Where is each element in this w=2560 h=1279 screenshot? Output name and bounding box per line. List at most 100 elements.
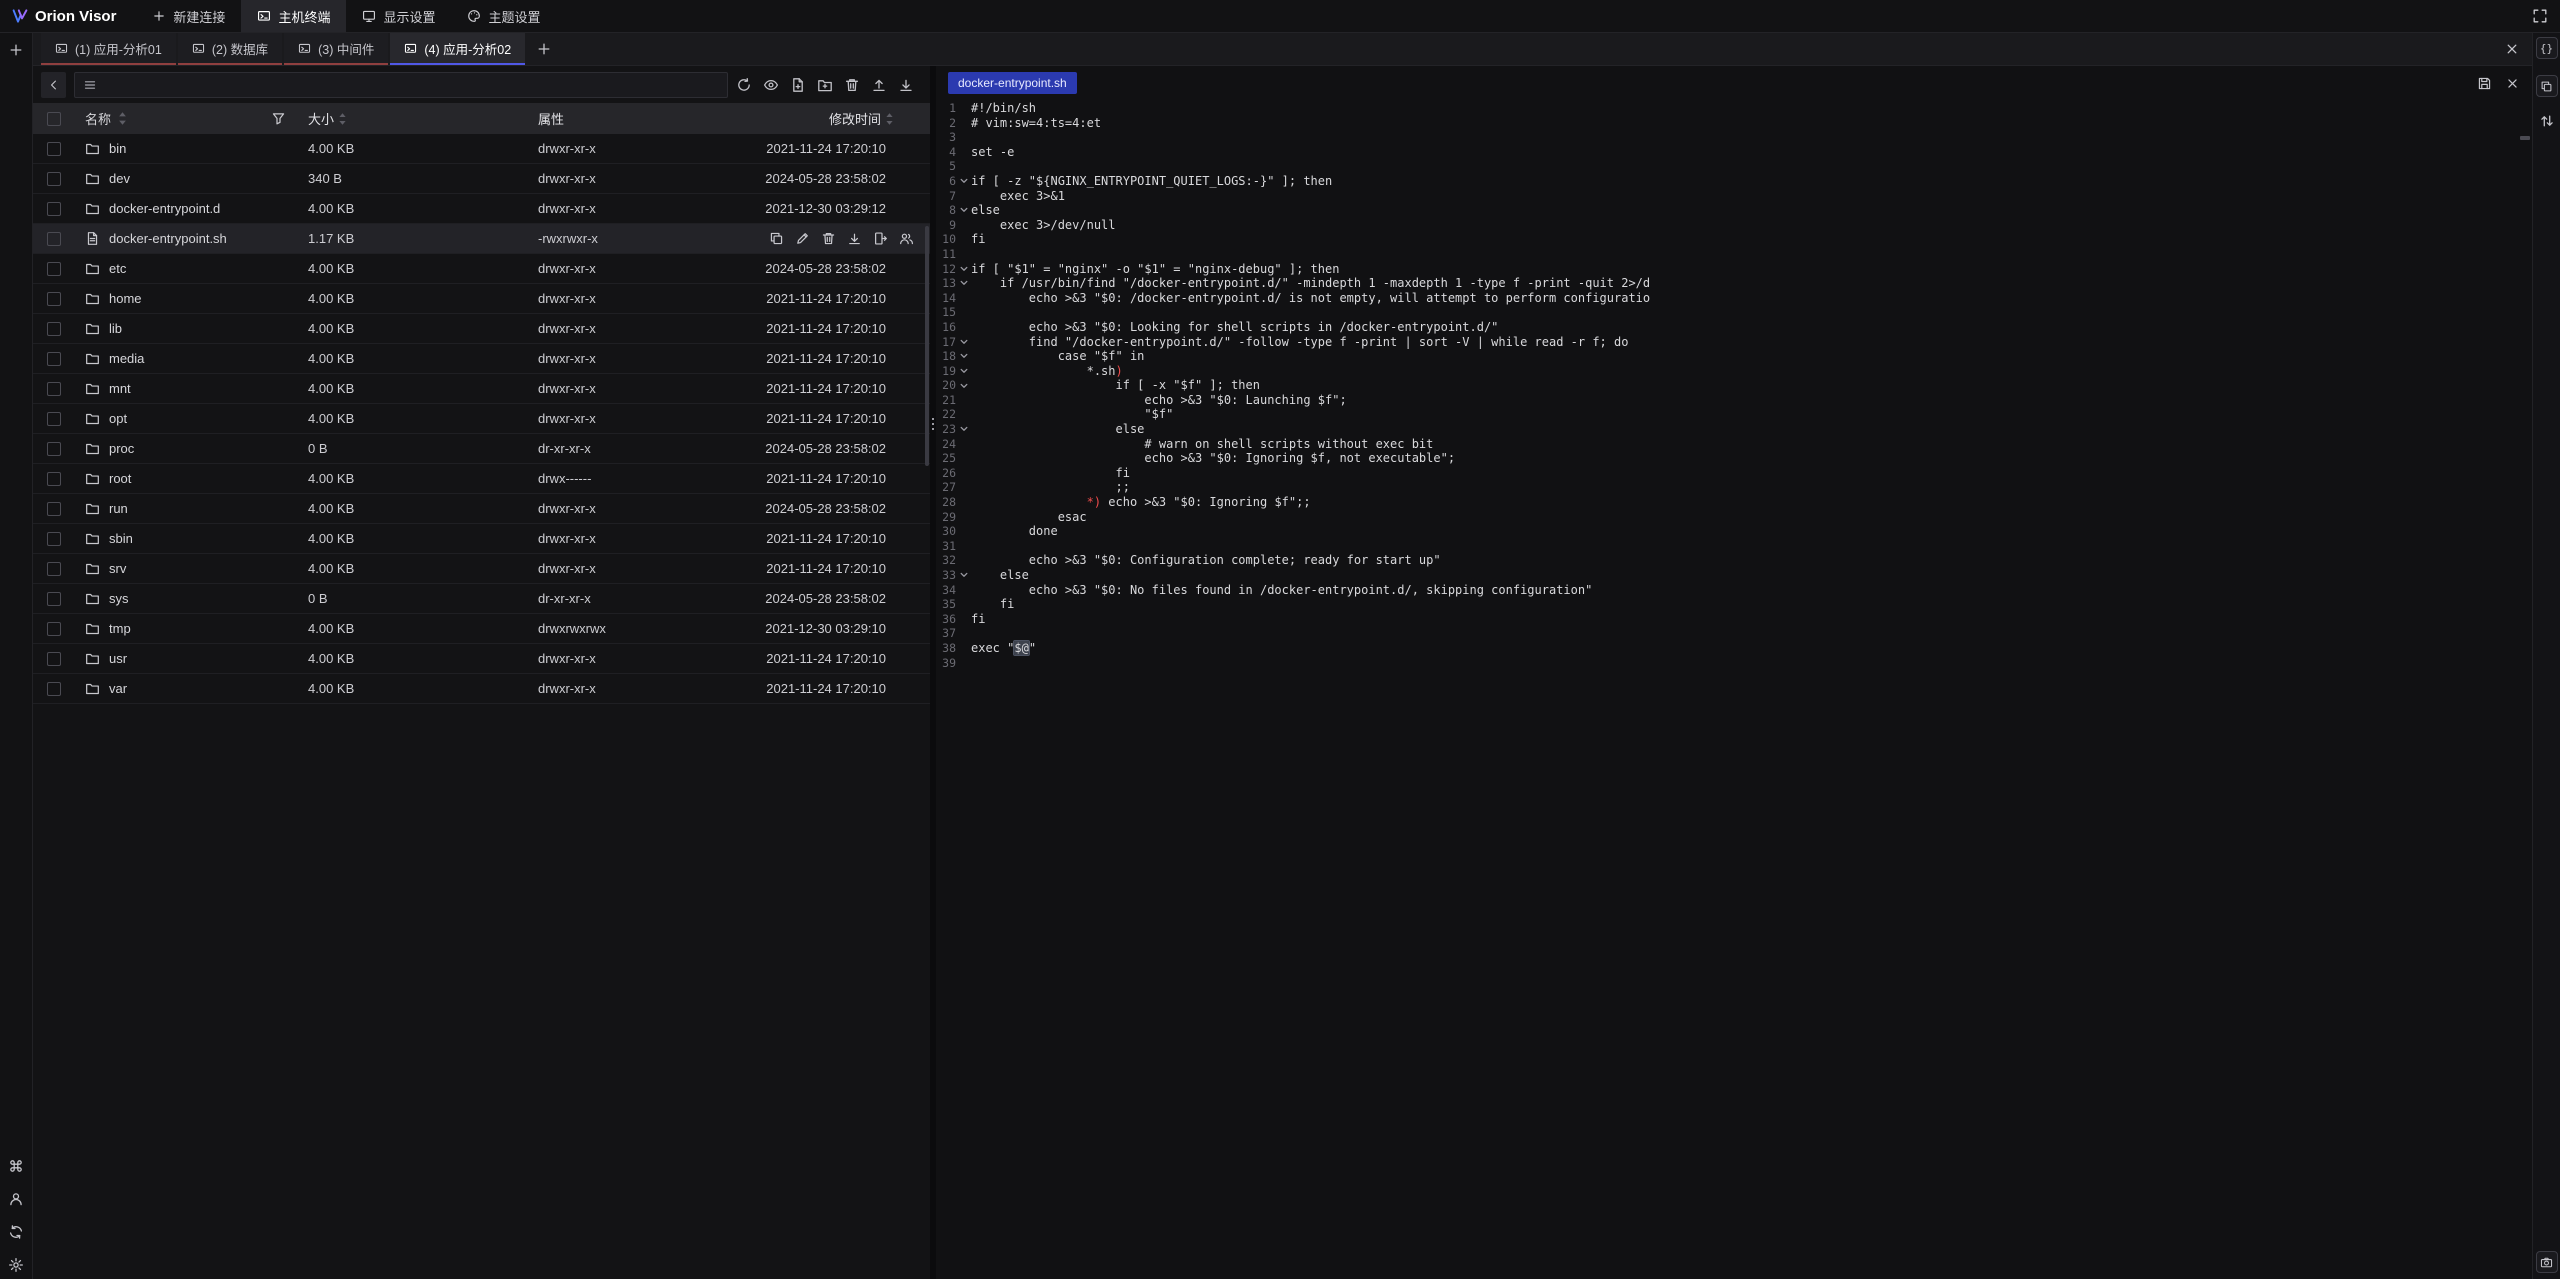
close-all-tabs-button[interactable] [2504,33,2532,65]
new-file-icon[interactable] [790,77,806,93]
fullscreen-icon[interactable] [2532,8,2548,24]
row-checkbox[interactable] [47,592,61,606]
fold-chevron-down-icon[interactable] [956,381,971,391]
download-icon[interactable] [847,231,862,246]
file-row-media[interactable]: media4.00 KBdrwxr-xr-x2021-11-24 17:20:1… [33,344,930,374]
sort-caret-icon[interactable] [338,112,347,126]
row-checkbox[interactable] [47,262,61,276]
terminal-tab-2[interactable]: (2) 数据库 [178,33,282,65]
file-row-sbin[interactable]: sbin4.00 KBdrwxr-xr-x2021-11-24 17:20:10 [33,524,930,554]
file-row-lib[interactable]: lib4.00 KBdrwxr-xr-x2021-11-24 17:20:10 [33,314,930,344]
sync-icon[interactable] [8,1224,24,1240]
back-button[interactable] [41,72,66,98]
menu-theme-settings[interactable]: 主题设置 [451,0,556,32]
row-checkbox[interactable] [47,532,61,546]
braces-icon[interactable]: {} [2536,37,2558,59]
filter-icon[interactable] [271,111,286,126]
user-icon[interactable] [8,1191,24,1207]
updown-icon[interactable] [2539,113,2555,129]
menu-display-settings[interactable]: 显示设置 [346,0,451,32]
refresh-icon[interactable] [736,77,752,93]
file-row-root[interactable]: root4.00 KBdrwx------2021-11-24 17:20:10 [33,464,930,494]
fold-chevron-down-icon[interactable] [956,278,971,288]
row-checkbox[interactable] [47,622,61,636]
select-all-checkbox[interactable] [47,112,61,126]
row-checkbox[interactable] [47,472,61,486]
file-row-proc[interactable]: proc0 Bdr-xr-xr-x2024-05-28 23:58:02 [33,434,930,464]
file-row-bin[interactable]: bin4.00 KBdrwxr-xr-x2021-11-24 17:20:10 [33,134,930,164]
fold-chevron-down-icon[interactable] [956,570,971,580]
terminal-tab-4[interactable]: (4) 应用-分析02 [390,33,525,65]
minimap-slider[interactable] [2520,136,2530,140]
row-checkbox[interactable] [47,412,61,426]
row-checkbox[interactable] [47,232,61,246]
delete-icon[interactable] [821,231,836,246]
download-icon[interactable] [898,77,914,93]
permission-icon[interactable] [899,231,914,246]
file-row-opt[interactable]: opt4.00 KBdrwxr-xr-x2021-11-24 17:20:10 [33,404,930,434]
preview-icon[interactable] [763,77,779,93]
file-row-usr[interactable]: usr4.00 KBdrwxr-xr-x2021-11-24 17:20:10 [33,644,930,674]
code-line-10: 10fi [936,232,2532,247]
row-checkbox[interactable] [47,172,61,186]
row-checkbox[interactable] [47,292,61,306]
sort-caret-icon[interactable] [885,112,894,126]
code-editor-area[interactable]: 1#!/bin/sh2# vim:sw=4:ts=4:et34set -e56i… [936,100,2532,1279]
file-attr: dr-xr-xr-x [530,441,760,456]
row-checkbox[interactable] [47,442,61,456]
scrollbar-thumb[interactable] [925,226,929,466]
row-checkbox[interactable] [47,352,61,366]
file-row-dev[interactable]: dev340 Bdrwxr-xr-x2024-05-28 23:58:02 [33,164,930,194]
file-row-tmp[interactable]: tmp4.00 KBdrwxrwxrwx2021-12-30 03:29:10 [33,614,930,644]
file-row-sys[interactable]: sys0 Bdr-xr-xr-x2024-05-28 23:58:02 [33,584,930,614]
row-checkbox[interactable] [47,322,61,336]
menu-new-connection[interactable]: 新建连接 [136,0,241,32]
file-row-var[interactable]: var4.00 KBdrwxr-xr-x2021-11-24 17:20:10 [33,674,930,704]
file-row-docker-entrypoint.d[interactable]: docker-entrypoint.d4.00 KBdrwxr-xr-x2021… [33,194,930,224]
fold-chevron-down-icon[interactable] [956,351,971,361]
camera-icon[interactable] [2536,1251,2558,1273]
edit-icon[interactable] [795,231,810,246]
row-checkbox[interactable] [47,382,61,396]
add-tab-button[interactable] [527,33,561,65]
path-menu-icon[interactable] [83,78,97,92]
save-icon[interactable] [2477,76,2492,91]
terminal-tab-1[interactable]: (1) 应用-分析01 [41,33,176,65]
menu-host-terminal[interactable]: 主机终端 [241,0,346,32]
file-row-etc[interactable]: etc4.00 KBdrwxr-xr-x2024-05-28 23:58:02 [33,254,930,284]
row-checkbox[interactable] [47,682,61,696]
delete-icon[interactable] [844,77,860,93]
close-editor-icon[interactable] [2505,76,2520,91]
file-row-docker-entrypoint.sh[interactable]: docker-entrypoint.sh1.17 KB-rwxrwxr-x [33,224,930,254]
new-folder-icon[interactable] [817,77,833,93]
fold-chevron-down-icon[interactable] [956,366,971,376]
command-icon[interactable] [8,1158,24,1174]
file-row-run[interactable]: run4.00 KBdrwxr-xr-x2024-05-28 23:58:02 [33,494,930,524]
row-checkbox[interactable] [47,562,61,576]
row-checkbox[interactable] [47,142,61,156]
terminal-tab-3[interactable]: (3) 中间件 [284,33,388,65]
row-checkbox[interactable] [47,202,61,216]
fold-chevron-down-icon[interactable] [956,424,971,434]
upload-icon[interactable] [871,77,887,93]
fold-chevron-down-icon[interactable] [956,264,971,274]
move-icon[interactable] [873,231,888,246]
files-icon[interactable] [2536,75,2558,97]
fold-chevron-down-icon[interactable] [956,205,971,215]
sort-caret-icon[interactable] [115,111,130,126]
column-size-header[interactable]: 大小 [308,109,347,128]
column-mtime-header[interactable]: 修改时间 [829,109,894,128]
file-row-srv[interactable]: srv4.00 KBdrwxr-xr-x2021-11-24 17:20:10 [33,554,930,584]
gear-icon[interactable] [8,1257,24,1273]
fold-chevron-down-icon[interactable] [956,337,971,347]
row-checkbox[interactable] [47,502,61,516]
copy-icon[interactable] [769,231,784,246]
path-input[interactable] [105,78,719,92]
file-row-mnt[interactable]: mnt4.00 KBdrwxr-xr-x2021-11-24 17:20:10 [33,374,930,404]
column-name-header[interactable]: 名称 [85,109,130,128]
plus-icon[interactable] [8,42,24,58]
editor-file-tab[interactable]: docker-entrypoint.sh [948,72,1077,94]
file-row-home[interactable]: home4.00 KBdrwxr-xr-x2021-11-24 17:20:10 [33,284,930,314]
row-checkbox[interactable] [47,652,61,666]
fold-chevron-down-icon[interactable] [956,176,971,186]
